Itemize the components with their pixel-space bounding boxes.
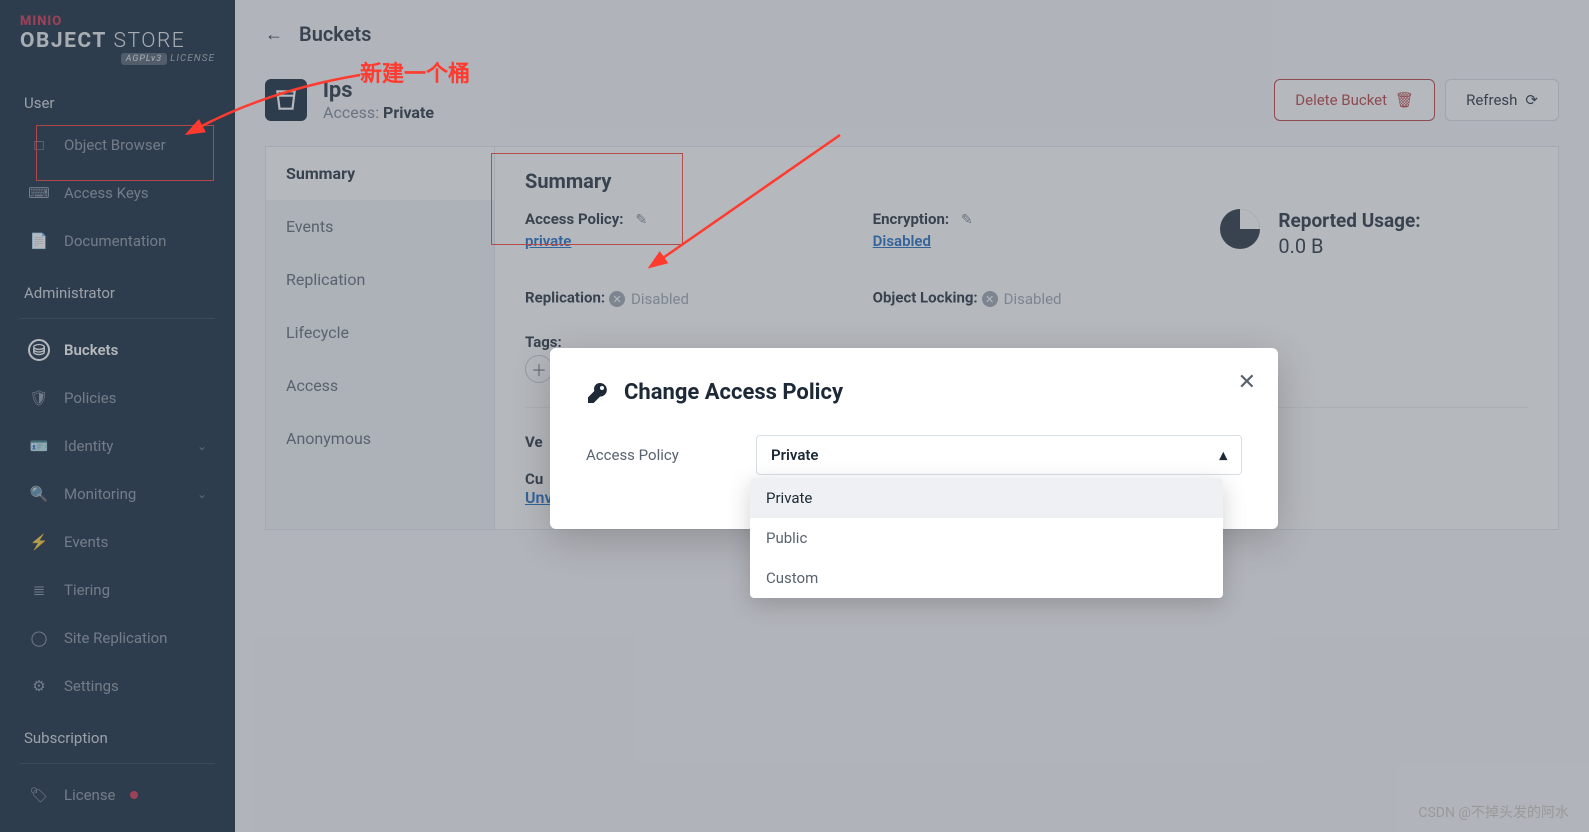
select-value: Private [771, 446, 819, 464]
dropdown-option-custom[interactable]: Custom [750, 558, 1223, 598]
watermark: CSDN @不掉头发的阿水 [1418, 802, 1569, 822]
dropdown-option-private[interactable]: Private [750, 478, 1223, 518]
access-policy-select[interactable]: Private ▴ [756, 435, 1242, 475]
modal-title: Change Access Policy [624, 380, 843, 405]
key-icon [586, 381, 610, 405]
access-policy-dropdown: Private Public Custom [750, 478, 1223, 598]
modal-field-label: Access Policy [586, 446, 696, 464]
dropdown-option-public[interactable]: Public [750, 518, 1223, 558]
close-icon[interactable]: ✕ [1238, 370, 1256, 395]
annotation-text: 新建一个桶 [360, 56, 470, 88]
caret-up-icon: ▴ [1219, 446, 1227, 464]
